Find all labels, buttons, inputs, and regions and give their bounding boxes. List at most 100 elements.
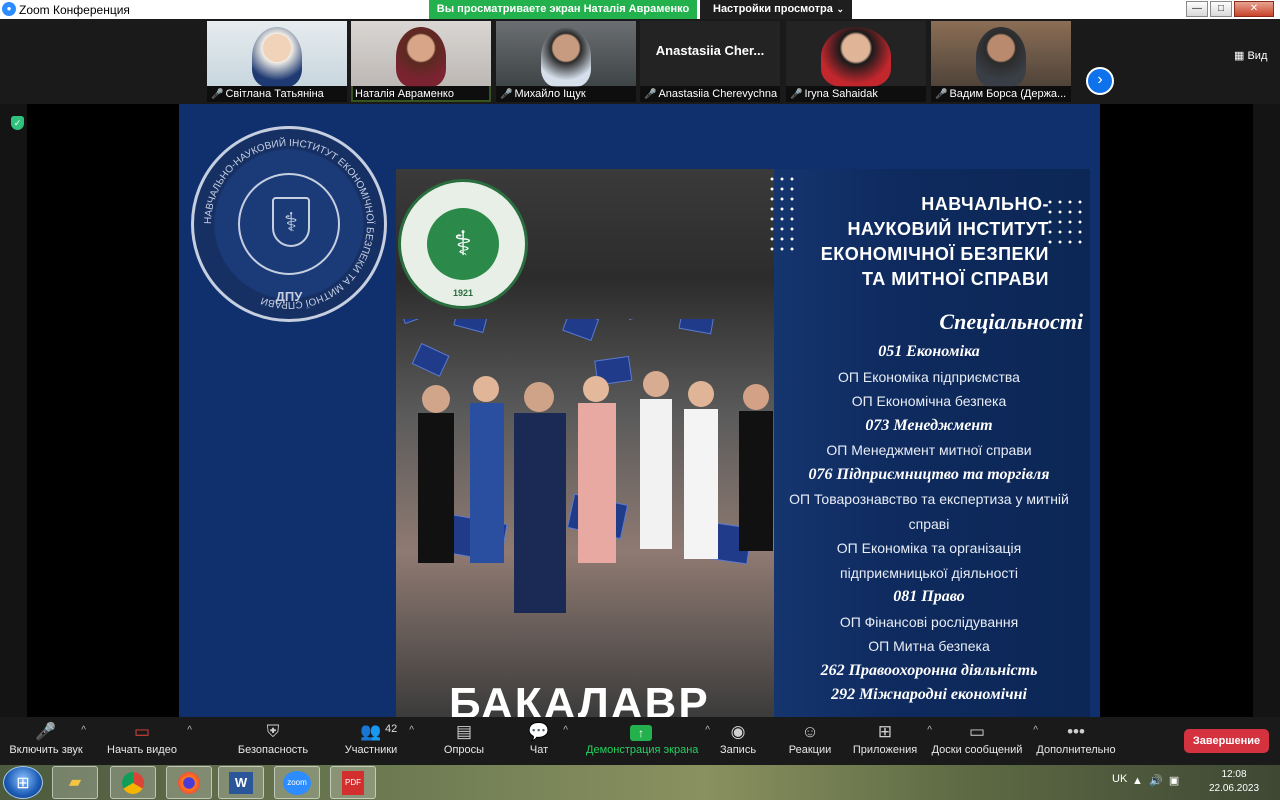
- participant-video-strip: 🎤 Світлана Татьяніна Наталія Авраменко 🎤 М…: [0, 19, 1280, 104]
- participant-video: [351, 21, 491, 87]
- explorer-taskbar-button[interactable]: ▰: [52, 766, 98, 799]
- program-item: ОП Товарознавство та експертиза у митній: [789, 491, 1069, 507]
- word-icon: W: [229, 771, 253, 794]
- participant-tile[interactable]: 🎤 Світлана Татьяніна: [207, 21, 347, 102]
- participant-name: Iryna Sahaidak: [804, 88, 878, 100]
- apps-label: Приложения: [852, 744, 918, 756]
- whiteboards-button[interactable]: ▭ Доски сообщений ^: [930, 721, 1038, 763]
- screen-share-banner: Вы просматриваете экран Наталія Авраменк…: [429, 0, 697, 19]
- chat-button[interactable]: 💬 Чат ^: [524, 721, 568, 763]
- network-icon[interactable]: ▣: [1169, 775, 1179, 787]
- participant-tile[interactable]: 🎤 Вадим Борса (Держа...: [931, 21, 1071, 102]
- chevron-up-icon[interactable]: ^: [705, 725, 710, 736]
- security-label: Безопасность: [237, 744, 309, 756]
- participant-video: [931, 21, 1071, 87]
- polls-button[interactable]: ▤ Опросы: [440, 721, 488, 763]
- record-button[interactable]: ◉ Запись: [716, 721, 760, 763]
- zoom-logo-icon: ●: [2, 2, 16, 16]
- program-item: ОП Економічна безпека: [851, 393, 1007, 409]
- institute-title: НАВЧАЛЬНО- НАУКОВИЙ ІНСТИТУТ ЕКОНОМІЧНОЇ…: [779, 192, 1049, 292]
- start-button[interactable]: ⊞: [3, 766, 43, 799]
- tray-arrow-icon[interactable]: ▲: [1132, 775, 1143, 787]
- program-item: ОП Економіка та організація: [836, 540, 1022, 556]
- view-options-dropdown[interactable]: Настройки просмотра ⌄: [700, 0, 852, 19]
- chevron-up-icon[interactable]: ^: [187, 725, 192, 736]
- end-meeting-button[interactable]: Завершение: [1184, 729, 1269, 753]
- caduceus-icon: ⚕: [427, 208, 499, 280]
- participant-name: Наталія Авраменко: [355, 88, 454, 100]
- video-off-icon: ▭: [133, 722, 151, 741]
- graduates-crowd-image: [397, 319, 773, 613]
- institute-title-line: ТА МИТНОЇ СПРАВИ: [861, 269, 1049, 289]
- reactions-button[interactable]: ☺ Реакции: [786, 721, 834, 763]
- participant-video: [786, 21, 926, 87]
- reactions-icon: ☺: [801, 722, 819, 741]
- record-icon: ◉: [730, 722, 746, 741]
- muted-mic-icon: 🎤: [500, 89, 513, 100]
- encryption-shield-icon[interactable]: ✓: [11, 116, 24, 130]
- caduceus-icon: ⚕: [272, 197, 310, 247]
- language-indicator[interactable]: UK: [1112, 773, 1127, 785]
- chevron-up-icon[interactable]: ^: [409, 725, 414, 736]
- folder-icon: ▰: [68, 774, 82, 791]
- view-options-label: Настройки просмотра: [713, 3, 833, 15]
- view-button[interactable]: ▦ Вид: [1234, 49, 1267, 62]
- more-label: Дополнительно: [1036, 744, 1116, 756]
- share-screen-button[interactable]: ↑ Демонстрация экрана ^: [586, 721, 710, 763]
- participant-tile[interactable]: 🎤 Iryna Sahaidak: [786, 21, 926, 102]
- more-icon: •••: [1067, 722, 1085, 741]
- pdf-taskbar-button[interactable]: PDF: [330, 766, 376, 799]
- clock-time: 12:08: [1221, 769, 1247, 780]
- word-taskbar-button[interactable]: W: [218, 766, 264, 799]
- shared-slide: НАВЧАЛЬНО- НАУКОВИЙ ІНСТИТУТ ЕКОНОМІЧНОЇ …: [179, 104, 1100, 717]
- chrome-taskbar-button[interactable]: [110, 766, 156, 799]
- close-window-button[interactable]: ✕: [1234, 1, 1274, 17]
- participant-tile[interactable]: 🎤 Михайло Іщук: [496, 21, 636, 102]
- specialties-list: 051 Економіка ОП Економіка підприємства …: [789, 340, 1069, 708]
- participant-tile-active-speaker[interactable]: Наталія Авраменко: [351, 21, 491, 102]
- zoom-taskbar-button[interactable]: zoom: [274, 766, 320, 799]
- program-item: ОП Фінансові рослідування: [839, 613, 1019, 630]
- ministry-seal: ⚕ 1921: [398, 179, 528, 309]
- specialty-heading: 081 Право: [893, 588, 965, 605]
- system-tray[interactable]: ▲ 🔊 ▣: [1132, 774, 1179, 787]
- institute-title-line: НАВЧАЛЬНО-: [921, 194, 1049, 214]
- participants-button[interactable]: 👥 42 Участники ^: [342, 721, 414, 763]
- start-video-label: Начать видео: [107, 744, 177, 756]
- participant-video: [207, 21, 347, 87]
- reactions-label: Реакции: [788, 744, 832, 756]
- graduation-photo: ⚕ 1921: [396, 169, 791, 717]
- maximize-button[interactable]: □: [1210, 1, 1232, 17]
- program-item: справі: [908, 515, 950, 532]
- firefox-taskbar-button[interactable]: [166, 766, 212, 799]
- specialty-heading: 292 Міжнародні економічні: [831, 686, 1027, 703]
- chevron-down-icon: ⌄: [836, 4, 844, 14]
- participant-name: Світлана Татьяніна: [225, 88, 324, 100]
- whiteboards-label: Доски сообщений: [931, 744, 1023, 756]
- participant-display-name: Anastasiia Cher...: [655, 43, 765, 58]
- start-video-button[interactable]: ▭ Начать видео ^: [106, 721, 192, 763]
- bachelor-title: БАКАЛАВР: [449, 679, 710, 717]
- specialty-heading: 051 Економіка: [878, 343, 980, 360]
- chevron-up-icon[interactable]: ^: [81, 725, 86, 736]
- chevron-up-icon[interactable]: ^: [563, 725, 568, 736]
- volume-icon[interactable]: 🔊: [1149, 775, 1163, 787]
- muted-mic-icon: 🎤: [790, 89, 803, 100]
- muted-mic-icon: 🎤: [644, 89, 657, 100]
- next-participants-button[interactable]: ›: [1086, 67, 1114, 95]
- grid-icon: ▦: [1234, 50, 1245, 62]
- participant-name: Михайло Іщук: [514, 88, 586, 100]
- participants-label: Участники: [344, 744, 398, 756]
- participant-video: [496, 21, 636, 87]
- meeting-toolbar: 🎤 Включить звук ^ ▭ Начать видео ^ ⛨ Без…: [0, 717, 1280, 765]
- system-clock[interactable]: 12:08 22.06.2023: [1200, 768, 1268, 796]
- participants-count: 42: [385, 723, 398, 735]
- polls-label: Опросы: [443, 744, 485, 756]
- unmute-button[interactable]: 🎤 Включить звук ^: [8, 721, 86, 763]
- more-button[interactable]: ••• Дополнительно: [1036, 721, 1116, 763]
- apps-button[interactable]: ⊞ Приложения ^: [852, 721, 932, 763]
- chat-label: Чат: [529, 744, 549, 756]
- minimize-button[interactable]: —: [1186, 1, 1208, 17]
- participant-tile[interactable]: Anastasiia Cher... 🎤 Anastasiia Cherevych…: [640, 21, 780, 102]
- security-button[interactable]: ⛨ Безопасность: [236, 721, 310, 763]
